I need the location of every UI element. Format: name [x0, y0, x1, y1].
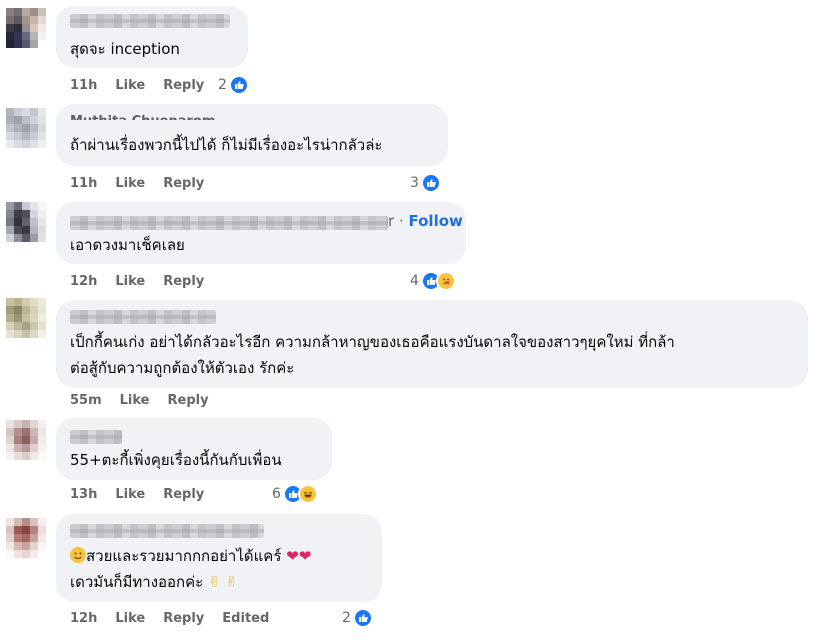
reaction-summary[interactable]: 3: [410, 173, 441, 193]
avatar[interactable]: [6, 108, 46, 148]
timestamp[interactable]: 55m: [70, 393, 102, 408]
author-name-redacted[interactable]: [70, 430, 122, 444]
heart-icon: ❤: [286, 547, 299, 565]
comment-bubble: r · Follow เอาดวงมาเช็คเลย: [56, 202, 466, 264]
like-button[interactable]: Like: [115, 611, 145, 626]
edited-label[interactable]: Edited: [222, 611, 269, 626]
thumbs-up-icon: [228, 75, 249, 95]
reply-button[interactable]: Reply: [163, 274, 204, 289]
reply-button[interactable]: Reply: [163, 611, 204, 626]
comment-text-line-1: เป็กกี้คนเก่ง อย่าได้กลัวอะไรอีก ความกล้…: [70, 333, 675, 351]
haha-emoji-icon: [297, 484, 318, 504]
avatar[interactable]: [6, 298, 46, 338]
comment-actions: 11h Like Reply: [70, 78, 204, 93]
comment-actions: 55m Like Reply: [70, 393, 209, 408]
reaction-summary[interactable]: 2: [342, 608, 373, 628]
reaction-count: 4: [410, 273, 419, 289]
reaction-count: 2: [342, 610, 351, 626]
reaction-count: 6: [272, 486, 281, 502]
timestamp[interactable]: 11h: [70, 78, 97, 93]
thumbs-up-icon: [352, 608, 373, 628]
smiling-emoji-icon: [70, 547, 86, 563]
reply-button[interactable]: Reply: [163, 78, 204, 93]
comment-text-line-2: เดวมันก็มีทางออกค่ะ ✌ ✌: [70, 570, 238, 595]
care-emoji-icon: [435, 271, 456, 291]
author-name-redacted[interactable]: [70, 216, 388, 230]
reaction-summary[interactable]: 2: [218, 75, 249, 95]
comment-text: 55+ตะกี้เพิ่งคุยเรื่องนี้กันกับเพื่อน: [70, 451, 282, 469]
comment-bubble: สุดจะ inception: [56, 6, 248, 68]
like-button[interactable]: Like: [115, 274, 145, 289]
avatar[interactable]: [6, 420, 46, 460]
like-button[interactable]: Like: [115, 78, 145, 93]
comment-actions: 11h Like Reply: [70, 176, 204, 191]
comment-text-line-2: ต่อสู้กับความถูกต้องให้ตัวเอง รักค่ะ: [70, 359, 295, 377]
comment-bubble: สวยและรวยมากกกอย่าได้แคร์ ❤❤ เดวมันก็มีท…: [56, 514, 382, 602]
avatar[interactable]: [6, 518, 46, 558]
reply-button[interactable]: Reply: [163, 176, 204, 191]
comment-bubble: Muthita Chuenarom ถ้าผ่านเรื่องพวกนี้ไปไ…: [56, 104, 448, 166]
reply-button[interactable]: Reply: [163, 487, 204, 502]
reaction-count: 3: [410, 175, 419, 191]
comment-text-part: เดวมันก็มีทางออกค่ะ: [70, 573, 204, 591]
timestamp[interactable]: 12h: [70, 274, 97, 289]
reply-button[interactable]: Reply: [168, 393, 209, 408]
comment-text: ถ้าผ่านเรื่องพวกนี้ไปได้ ก็ไม่มีเรื่องอะ…: [70, 136, 383, 154]
comment-bubble: 55+ตะกี้เพิ่งคุยเรื่องนี้กันกับเพื่อน: [56, 418, 332, 480]
avatar[interactable]: [6, 202, 46, 242]
thumbs-up-icon: [420, 173, 441, 193]
timestamp[interactable]: 11h: [70, 176, 97, 191]
comment-text-line-1: สวยและรวยมากกกอย่าได้แคร์ ❤❤: [70, 544, 311, 569]
heart-icon: ❤: [298, 547, 312, 565]
comment-text-part: สวยและรวยมากกกอย่าได้แคร์: [86, 547, 282, 565]
comment-actions: 12h Like Reply Edited: [70, 611, 269, 626]
author-name-redacted[interactable]: [70, 14, 230, 28]
comment-text: สุดจะ inception: [70, 40, 180, 58]
timestamp[interactable]: 13h: [70, 487, 97, 502]
reaction-summary[interactable]: 4: [410, 271, 456, 291]
follow-button[interactable]: Follow: [408, 212, 462, 230]
victory-hand-icon: ✌: [208, 573, 221, 591]
comment-text: เอาดวงมาเช็คเลย: [70, 236, 185, 254]
comment-actions: 13h Like Reply: [70, 487, 204, 502]
comment-actions: 12h Like Reply: [70, 274, 204, 289]
author-name-redacted[interactable]: [70, 310, 216, 324]
like-button[interactable]: Like: [120, 393, 150, 408]
avatar[interactable]: [6, 8, 46, 48]
author-follow: r · Follow: [388, 212, 463, 230]
timestamp[interactable]: 12h: [70, 611, 97, 626]
reaction-summary[interactable]: 6: [272, 484, 318, 504]
reaction-count: 2: [218, 77, 227, 93]
like-button[interactable]: Like: [115, 176, 145, 191]
like-button[interactable]: Like: [115, 487, 145, 502]
author-name[interactable]: Muthita Chuenarom: [70, 110, 215, 120]
comment-bubble: เป็กกี้คนเก่ง อย่าได้กลัวอะไรอีก ความกล้…: [56, 300, 808, 388]
author-name-redacted[interactable]: [70, 524, 264, 538]
victory-hand-icon: ✌: [225, 573, 238, 591]
